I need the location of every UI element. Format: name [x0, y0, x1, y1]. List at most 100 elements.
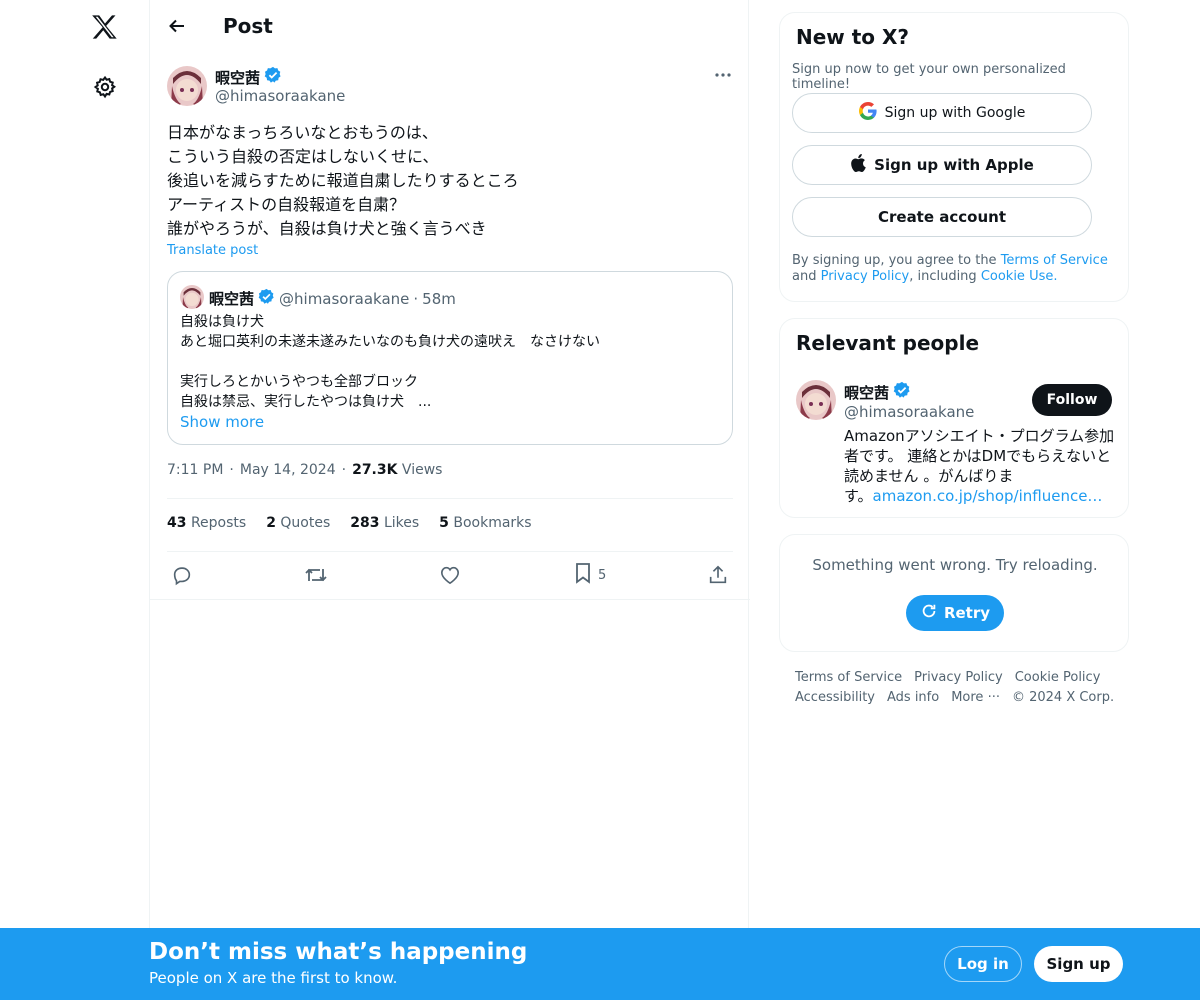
reposts-stat[interactable]: 43 Reposts [167, 515, 246, 531]
signup-card: New to X? Sign up now to get your own pe… [779, 12, 1129, 302]
quote-text: 自殺は負け犬 あと堀口英利の未遂未遂みたいなのも負け犬の遠吠え なさけない 実行… [180, 312, 720, 412]
bio-line: Amazonアソシエイト・プログラム参加 [844, 427, 1115, 445]
login-button[interactable]: Log in [944, 946, 1022, 982]
back-arrow-icon[interactable] [164, 13, 190, 39]
bookmark-count: 5 [598, 567, 607, 583]
quoted-post-card[interactable]: 暇空茜 @himasoraakane · 58m 自殺は負け犬 あと堀口英利の未… [167, 271, 733, 445]
footer-privacy-link[interactable]: Privacy Policy [914, 670, 1003, 685]
post-text-line: 日本がなまっちろいなとおもうのは、 [167, 123, 438, 142]
quote-text-line [180, 352, 720, 372]
author-name[interactable]: 暇空茜 [215, 66, 282, 88]
person-avatar[interactable] [796, 380, 836, 420]
likes-count: 283 [350, 515, 380, 531]
quotes-count: 2 [266, 515, 276, 531]
translate-post-link[interactable]: Translate post [167, 243, 258, 258]
like-heart-icon[interactable] [439, 562, 461, 588]
banner-subtitle: People on X are the first to know. [149, 969, 398, 987]
quote-text-line: 自殺は禁忌、実行したやつは負け犬 ... [180, 394, 432, 410]
main-column: Post 暇空茜 @himasoraakane 日本がなまっちろいなとおもうのは… [149, 0, 750, 1000]
follow-button[interactable]: Follow [1032, 384, 1112, 416]
apple-icon [850, 154, 866, 176]
cookie-link[interactable]: Cookie Use. [981, 269, 1058, 284]
relevant-people-card: Relevant people 暇空茜 @himasoraakane Follo… [779, 318, 1129, 518]
footer-ads-link[interactable]: Ads info [887, 690, 939, 705]
signup-banner: Don’t miss what’s happening People on X … [0, 928, 1200, 1000]
likes-label: Likes [383, 515, 420, 531]
repost-icon[interactable] [304, 562, 328, 588]
x-logo-icon[interactable] [88, 10, 122, 44]
verified-badge-icon [893, 381, 911, 403]
footer-cookie-link[interactable]: Cookie Policy [1015, 670, 1101, 685]
signup-card-title: New to X? [796, 25, 910, 49]
quote-author-handle: @himasoraakane [279, 289, 410, 308]
post-actions: 5 [150, 562, 750, 590]
author-avatar[interactable] [167, 66, 207, 106]
bio-text: す。 [844, 487, 873, 505]
divider [150, 599, 750, 600]
person-name[interactable]: 暇空茜 [844, 381, 911, 403]
relevant-people-title: Relevant people [796, 331, 980, 355]
retry-button[interactable]: Retry [906, 595, 1004, 631]
reply-icon[interactable] [171, 562, 193, 588]
legal-text: By signing up, you agree to the [792, 253, 1001, 268]
author-handle[interactable]: @himasoraakane [215, 87, 345, 105]
show-more-link[interactable]: Show more [180, 413, 264, 431]
bio-link[interactable]: amazon.co.jp/shop/influence… [873, 487, 1103, 505]
legal-text: and [792, 269, 821, 284]
meta-separator: · [229, 462, 234, 478]
more-options-icon[interactable] [712, 66, 734, 84]
refresh-icon [920, 602, 938, 624]
bookmarks-stat[interactable]: 5 Bookmarks [439, 515, 531, 531]
post-stats: 43 Reposts 2 Quotes 283 Likes 5 Bookmark… [167, 515, 532, 531]
footer-terms-link[interactable]: Terms of Service [795, 670, 902, 685]
signup-google-button[interactable]: Sign up with Google [792, 93, 1092, 133]
person-name-text[interactable]: 暇空茜 [844, 382, 889, 403]
divider [167, 551, 733, 552]
footer-accessibility-link[interactable]: Accessibility [795, 690, 875, 705]
signup-subtitle: Sign up now to get your own personalized… [792, 62, 1066, 92]
quote-time: 58m [422, 289, 456, 308]
post-header: Post [150, 0, 750, 53]
left-nav [0, 0, 150, 1000]
error-card: Something went wrong. Try reloading. Ret… [779, 534, 1129, 652]
footer-more-link[interactable]: More ··· [951, 690, 1000, 705]
privacy-link[interactable]: Privacy Policy [821, 269, 910, 284]
quotes-stat[interactable]: 2 Quotes [266, 515, 330, 531]
bookmark-icon [574, 562, 592, 588]
post-date[interactable]: May 14, 2024 [240, 462, 336, 478]
signup-apple-button[interactable]: Sign up with Apple [792, 145, 1092, 185]
signup-button[interactable]: Sign up [1034, 946, 1123, 982]
footer-copyright: © 2024 X Corp. [1011, 690, 1115, 705]
quotes-label: Quotes [280, 515, 331, 531]
create-account-button[interactable]: Create account [792, 197, 1092, 237]
post-text: 日本がなまっちろいなとおもうのは、 こういう自殺の否定はしないくせに、 後追いを… [167, 121, 727, 241]
quote-separator: · [413, 289, 419, 308]
person-handle[interactable]: @himasoraakane [844, 403, 974, 421]
person-bio: Amazonアソシエイト・プログラム参加 者です。 連絡とかはDMでもらえないと… [844, 426, 1114, 506]
author-name-text[interactable]: 暇空茜 [215, 67, 260, 88]
share-icon[interactable] [707, 562, 729, 588]
verified-badge-icon [264, 66, 282, 88]
bookmark-button[interactable]: 5 [574, 562, 606, 588]
quote-text-line: あと堀口英利の未遂未遂みたいなのも負け犬の遠吠え なさけない [180, 334, 600, 350]
google-icon [858, 102, 877, 124]
post-text-line: こういう自殺の否定はしないくせに、 [167, 147, 439, 166]
quote-header: 暇空茜 @himasoraakane · 58m [209, 288, 456, 309]
settings-gear-icon[interactable] [91, 73, 119, 101]
likes-stat[interactable]: 283 Likes [350, 515, 419, 531]
reposts-count: 43 [167, 515, 187, 531]
google-button-label: Sign up with Google [884, 105, 1026, 121]
post-time[interactable]: 7:11 PM [167, 462, 223, 478]
views-label: Views [401, 462, 443, 478]
quote-text-line: 実行しろとかいうやつも全部ブロック [180, 374, 418, 390]
meta-separator: · [341, 462, 347, 478]
terms-link[interactable]: Terms of Service [1001, 253, 1108, 268]
reposts-label: Reposts [190, 515, 247, 531]
divider [167, 498, 733, 499]
post-meta: 7:11 PM · May 14, 2024 · 27.3K Views [167, 462, 442, 478]
apple-button-label: Sign up with Apple [874, 156, 1034, 174]
legal-text: , including [909, 269, 981, 284]
bio-line: 読めません 。がんばりま [844, 467, 1014, 485]
post-text-line: 後追いを減らすために報道自粛したりするところ [167, 171, 519, 190]
views-count: 27.3K [352, 462, 398, 478]
